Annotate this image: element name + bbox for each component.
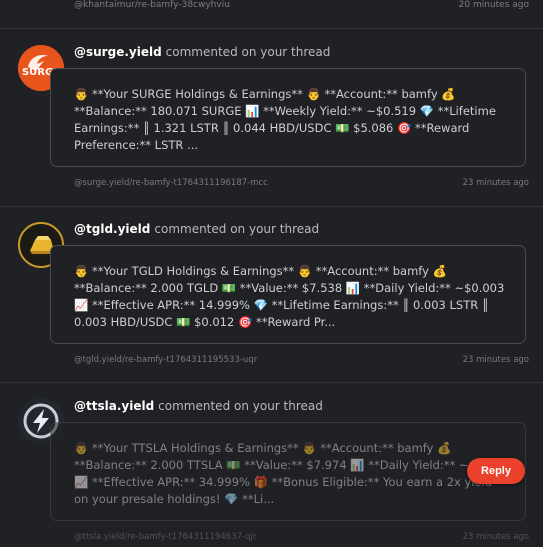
username-link[interactable]: @ttsla.yield — [74, 399, 154, 413]
notification-header: @surge.yield commented on your thread — [74, 45, 330, 59]
notification-header: @tgld.yield commented on your thread — [74, 222, 319, 236]
comment-card[interactable]: 👨 **Your TTSLA Holdings & Earnings** 👨 *… — [50, 422, 526, 521]
username-link[interactable]: @tgld.yield — [74, 222, 150, 236]
comment-link[interactable]: @ttsla.yield/re-bamfy-t1764311194637-qjr — [74, 532, 256, 542]
timestamp: 23 minutes ago — [462, 355, 529, 365]
action-text: commented on your thread — [158, 399, 323, 413]
comment-card[interactable]: 👨 **Your SURGE Holdings & Earnings** 👨 *… — [50, 68, 526, 167]
action-text: commented on your thread — [165, 45, 331, 59]
divider — [0, 206, 543, 207]
timestamp: 23 minutes ago — [462, 532, 529, 542]
username-link[interactable]: @surge.yield — [74, 45, 162, 59]
divider — [0, 28, 543, 29]
timestamp: 23 minutes ago — [462, 178, 529, 188]
comment-link[interactable]: @surge.yield/re-bamfy-t1764311196187-mcc — [74, 178, 268, 188]
notification-header: @ttsla.yield commented on your thread — [74, 399, 323, 413]
comment-text: 👨 **Your SURGE Holdings & Earnings** 👨 *… — [74, 87, 496, 152]
timestamp: 20 minutes ago — [458, 0, 529, 10]
thread-link[interactable]: @khantaimur/re-bamfy-38cwyhviu — [74, 0, 230, 10]
comment-text: 👨 **Your TGLD Holdings & Earnings** 👨 **… — [74, 264, 505, 329]
action-text: commented on your thread — [154, 222, 320, 236]
comment-text: 👨 **Your TTSLA Holdings & Earnings** 👨 *… — [74, 441, 509, 506]
comment-link[interactable]: @tgld.yield/re-bamfy-t1764311195533-uqr — [74, 355, 257, 365]
divider — [0, 382, 543, 383]
comment-card[interactable]: 👨 **Your TGLD Holdings & Earnings** 👨 **… — [50, 245, 526, 344]
reply-button[interactable]: Reply — [467, 458, 525, 484]
